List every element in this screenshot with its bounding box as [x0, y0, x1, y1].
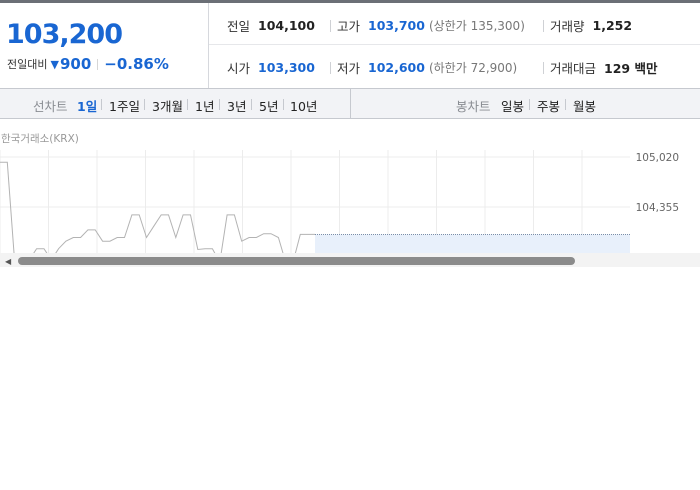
tab-weekly-candle[interactable]: 주봉 — [537, 96, 560, 115]
upper-limit: (상한가 135,300) — [428, 19, 525, 33]
tab-1-year[interactable]: 1년 — [195, 96, 214, 115]
stat-value: 103,700 — [368, 18, 425, 33]
tab-10-years[interactable]: 10년 — [290, 96, 317, 115]
y-tick-label: 105,020 — [636, 152, 679, 164]
divider — [187, 99, 188, 110]
current-price: 103,200 — [6, 19, 123, 50]
divider — [144, 99, 145, 110]
stat-open: 시가 103,300 — [227, 58, 315, 77]
stat-volume: 거래량 1,252 — [543, 16, 632, 35]
tab-1-day[interactable]: 1일 — [77, 96, 97, 115]
tab-monthly-candle[interactable]: 월봉 — [573, 96, 596, 115]
price-line — [0, 161, 315, 255]
scroll-left-arrow-icon[interactable]: ◀ — [5, 257, 11, 266]
y-axis-ticks: 105,020104,355103,690 — [636, 152, 679, 255]
stat-value: 104,100 — [258, 18, 315, 33]
exchange-label: 한국거래소(KRX) — [1, 133, 79, 145]
tab-group-divider — [350, 88, 351, 119]
scrollbar-thumb[interactable] — [18, 257, 575, 265]
stat-value: 1,252 — [592, 18, 633, 33]
line-chart-label: 선차트 — [33, 99, 68, 114]
stat-label: 고가 — [337, 19, 361, 34]
stat-label: 거래대금 — [550, 61, 597, 76]
stat-label: 저가 — [337, 61, 361, 76]
change-amount: 900 — [59, 55, 92, 73]
divider — [543, 19, 544, 32]
divider — [251, 99, 252, 110]
stat-label: 전일 — [227, 19, 251, 34]
change-label: 전일대비 — [7, 58, 48, 71]
tab-daily-candle[interactable]: 일봉 — [501, 96, 524, 115]
divider — [330, 61, 331, 74]
divider — [330, 19, 331, 32]
divider — [97, 58, 99, 70]
divider — [101, 99, 102, 110]
stat-value: 102,600 — [368, 60, 425, 75]
tab-3-years[interactable]: 3년 — [227, 96, 246, 115]
stat-low: 저가 102,600 (하한가 72,900) — [330, 58, 517, 77]
divider — [565, 99, 566, 110]
stat-trade-value: 거래대금 129 백만 — [543, 58, 657, 77]
tab-3-months[interactable]: 3개월 — [152, 96, 183, 115]
down-triangle-icon: ▼ — [50, 57, 59, 71]
divider — [219, 99, 220, 110]
stat-label: 시가 — [227, 61, 251, 76]
stat-prev-close: 전일 104,100 — [227, 16, 315, 35]
divider — [529, 99, 530, 110]
panel-divider — [208, 3, 209, 88]
candle-chart-label: 봉차트 — [456, 99, 491, 114]
stat-value: 103,300 — [258, 60, 315, 75]
stat-label: 거래량 — [550, 19, 585, 34]
stat-high: 고가 103,700 (상한가 135,300) — [330, 16, 525, 35]
tab-5-years[interactable]: 5년 — [259, 96, 278, 115]
intraday-price-chart: 105,020104,355103,690 — [0, 150, 679, 255]
lower-limit: (하한가 72,900) — [428, 61, 518, 75]
tab-1-week[interactable]: 1주일 — [109, 96, 140, 115]
price-change-row: 전일대비 ▼ 900 −0.86% — [7, 55, 169, 73]
divider — [283, 99, 284, 110]
divider — [543, 61, 544, 74]
stats-row-divider — [209, 44, 700, 45]
price-area-fill — [315, 234, 630, 255]
stat-value: 129 백만 — [604, 61, 658, 76]
y-tick-label: 104,355 — [636, 202, 679, 214]
change-percent: −0.86% — [104, 55, 169, 73]
price-panel: 103,200 전일대비 ▼ 900 −0.86% — [0, 3, 208, 88]
